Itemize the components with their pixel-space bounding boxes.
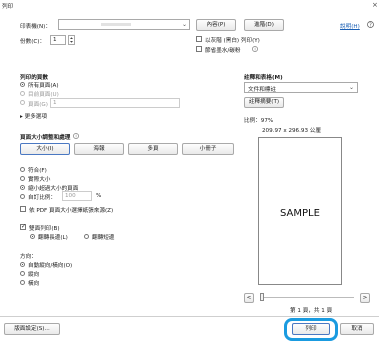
save-ink-checkbox[interactable]	[196, 46, 202, 52]
printer-select[interactable]: ⌄	[58, 19, 190, 30]
radio-landscape[interactable]	[20, 280, 25, 285]
sizing-info-icon: i	[73, 133, 79, 139]
custom-scale-input[interactable]: 100	[62, 191, 92, 201]
orientation-title: 方向：	[20, 254, 37, 260]
custom-scale-unit: %	[96, 193, 102, 199]
radio-flip-long-edge[interactable]	[30, 234, 35, 239]
duplex-label: 雙面列印(B)	[29, 226, 60, 232]
current-page-label: 目前頁面(U)	[28, 92, 59, 98]
flip-long-edge-label: 翻轉長邊(L)	[38, 235, 68, 241]
radio-all-pages[interactable]	[20, 82, 25, 87]
svg-text:?: ?	[369, 22, 372, 28]
summarize-comments-button[interactable]: 註釋摘要(T)	[244, 97, 284, 108]
radio-current-page[interactable]	[20, 91, 25, 96]
auto-orientation-label: 自動縱向/橫向(O)	[28, 263, 73, 269]
preview-sample-text: SAMPLE	[280, 208, 320, 219]
window-title: 列印	[2, 4, 14, 10]
advanced-button[interactable]: 進階(D)	[244, 19, 284, 31]
radio-shrink-oversized[interactable]	[20, 185, 25, 190]
page-range-label: 頁面(G)	[28, 102, 48, 108]
tab-size[interactable]: 大小(I)	[20, 143, 70, 155]
radio-custom-scale[interactable]	[20, 194, 25, 199]
portrait-label: 縱向	[28, 272, 40, 278]
preview-page-slider[interactable]	[260, 293, 354, 301]
cancel-button[interactable]: 取消	[340, 323, 374, 335]
comments-select[interactable]: 文件和標註 ⌄	[244, 82, 358, 93]
fit-label: 符合(F)	[28, 168, 47, 174]
preview-paper-size: 209.97 x 296.93 公厘	[262, 128, 321, 134]
sizing-section-title: 頁面大小調整和處理	[20, 135, 71, 141]
tab-booklet[interactable]: 小冊子	[182, 143, 234, 155]
svg-text:i: i	[254, 47, 255, 52]
duplex-checkbox[interactable]	[20, 223, 26, 230]
pdf-paper-source-checkbox[interactable]	[20, 206, 26, 212]
properties-button[interactable]: 內容(P)	[196, 19, 236, 31]
question-circle-icon[interactable]: ?	[367, 21, 374, 28]
comments-section-title: 註釋和表格(M)	[244, 75, 283, 81]
radio-fit[interactable]	[20, 167, 25, 172]
chevron-down-icon: ⌄	[348, 84, 354, 91]
preview-scale: 比例：97%	[244, 118, 274, 124]
more-options-label: 更多選項	[24, 114, 47, 120]
more-options-expander[interactable]: ▸ 更多選項	[20, 112, 47, 120]
preview-prev-button[interactable]: <	[244, 293, 254, 303]
actual-size-label: 實際大小	[28, 177, 51, 183]
radio-actual-size[interactable]	[20, 176, 25, 181]
pages-section-title: 列印的頁數	[20, 75, 48, 81]
page-setup-button[interactable]: 版面設定(S)...	[4, 323, 60, 335]
grayscale-checkbox[interactable]	[196, 36, 202, 42]
radio-portrait[interactable]	[20, 271, 25, 276]
comments-select-value: 文件和標註	[248, 87, 276, 93]
footer-divider	[0, 316, 379, 317]
chevron-down-icon: ⌄	[181, 21, 187, 28]
grayscale-label: 以灰階 (黑白) 列印(Y)	[205, 38, 260, 44]
triangle-right-icon: ▸	[20, 114, 23, 120]
copies-input[interactable]: 1	[50, 35, 66, 45]
info-icon: i	[252, 46, 258, 52]
preview-next-button[interactable]: >	[360, 293, 370, 303]
printer-name-redacted	[101, 23, 131, 26]
print-button[interactable]: 列印	[292, 323, 330, 335]
save-ink-label: 節省墨水/碳粉	[205, 48, 241, 54]
tab-multiple[interactable]: 多頁	[128, 143, 178, 155]
radio-page-range[interactable]	[20, 100, 25, 105]
all-pages-label: 所有頁面(A)	[28, 83, 59, 89]
radio-auto-orientation[interactable]	[20, 262, 25, 267]
flip-short-edge-label: 翻轉短邊	[92, 235, 115, 241]
copies-stepper[interactable]	[68, 35, 75, 45]
pdf-paper-source-label: 依 PDF 頁面大小選擇紙張來源(Z)	[29, 208, 114, 214]
radio-flip-short-edge[interactable]	[84, 234, 89, 239]
help-link[interactable]: 說明(H)	[340, 22, 360, 30]
page-range-input[interactable]: 1	[50, 98, 180, 108]
close-icon[interactable]: ×	[372, 1, 378, 9]
svg-text:i: i	[75, 134, 76, 139]
custom-scale-label: 自訂比例：	[28, 195, 56, 201]
preview-page-indicator: 第 1 頁，共 1 頁	[290, 308, 333, 314]
tab-poster[interactable]: 海報	[74, 143, 124, 155]
copies-label: 份數(C)：	[20, 39, 46, 45]
landscape-label: 橫向	[28, 281, 40, 287]
slider-thumb[interactable]	[260, 293, 264, 301]
printer-label: 印表機(N)：	[20, 24, 51, 30]
